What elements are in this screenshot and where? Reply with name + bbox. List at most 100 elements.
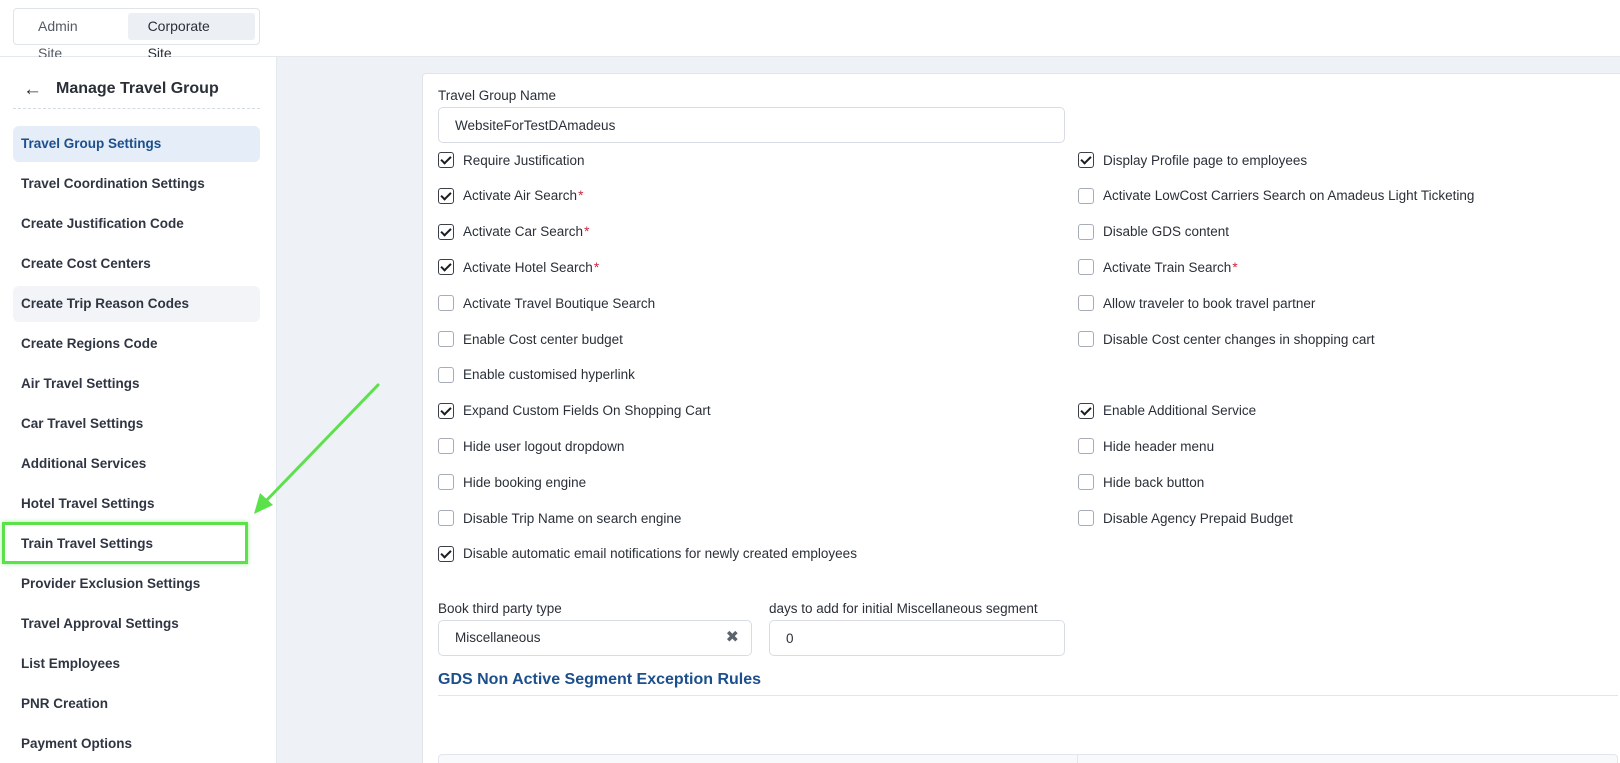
checkbox-row-disable-gds-content[interactable]: Disable GDS content [1078, 223, 1230, 240]
checkbox-row-allow-traveler-to-book-travel-partner[interactable]: Allow traveler to book travel partner [1078, 295, 1315, 312]
checkbox-label: Allow traveler to book travel partner [1103, 296, 1315, 311]
unchecked-checkbox-icon[interactable] [1078, 187, 1094, 204]
unchecked-checkbox-icon[interactable] [1078, 510, 1094, 526]
sidebar-title: Manage Travel Group [56, 80, 219, 97]
checkbox-label-text: Disable Agency Prepaid Budget [1103, 510, 1293, 526]
sidebar-item-list-employees[interactable]: List Employees [13, 646, 260, 682]
sidebar-item-travel-approval-settings[interactable]: Travel Approval Settings [13, 606, 260, 642]
checkbox-label-text: Enable Cost center budget [463, 331, 623, 347]
checkbox-label: Expand Custom Fields On Shopping Cart [463, 403, 711, 418]
checkbox-label: Activate LowCost Carriers Search on Amad… [1103, 188, 1474, 203]
checkbox-row-activate-travel-boutique-search[interactable]: Activate Travel Boutique Search [438, 295, 656, 312]
required-asterisk: * [584, 224, 590, 240]
sidebar-item-additional-services[interactable]: Additional Services [13, 446, 260, 482]
sidebar-nav: Travel Group Settings Travel Coordination… [13, 126, 260, 763]
unchecked-checkbox-icon[interactable] [438, 474, 454, 491]
checked-checkbox-icon[interactable] [438, 545, 454, 562]
checkbox-row-activate-car-search[interactable]: Activate Car Search* [438, 223, 590, 240]
checkbox-label-text: Enable customised hyperlink [463, 367, 635, 383]
sidebar-item-provider-exclusion-settings[interactable]: Provider Exclusion Settings [13, 566, 260, 602]
sidebar-item-air-travel-settings[interactable]: Air Travel Settings [13, 366, 260, 402]
required-asterisk: * [578, 188, 584, 204]
clear-selection-icon[interactable]: ✖ [726, 621, 739, 655]
unchecked-checkbox-icon[interactable] [438, 438, 454, 455]
checkbox-label-text: Disable GDS content [1103, 224, 1230, 240]
sidebar-item-payment-options[interactable]: Payment Options [13, 726, 260, 762]
unchecked-checkbox-icon[interactable] [1078, 259, 1094, 276]
days-to-add-input[interactable] [769, 620, 1065, 656]
sidebar-item-train-travel-settings[interactable]: Train Travel Settings [13, 526, 260, 562]
unchecked-checkbox-icon[interactable] [1078, 438, 1094, 455]
checkbox-label-text: Activate Travel Boutique Search [463, 295, 656, 311]
checkbox-label: Require Justification [463, 153, 585, 168]
sidebar-item-travel-coordination-settings[interactable]: Travel Coordination Settings [13, 166, 260, 202]
checkbox-label-text: Disable Trip Name on search engine [463, 510, 682, 526]
unchecked-checkbox-icon[interactable] [438, 366, 454, 383]
third-party-type-value: Miscellaneous [455, 630, 541, 645]
checkbox-label-text: Enable Additional Service [1103, 403, 1257, 419]
checked-checkbox-icon[interactable] [1078, 152, 1094, 168]
checkbox-row-enable-additional-service[interactable]: Enable Additional Service [1078, 402, 1257, 419]
checked-checkbox-icon[interactable] [438, 402, 454, 419]
checkbox-label: Activate Train Search* [1103, 260, 1238, 275]
checkbox-row-disable-automatic-email-notifications-for-newly-created-employees[interactable]: Disable automatic email notifications fo… [438, 545, 857, 562]
sidebar-item-hotel-travel-settings[interactable]: Hotel Travel Settings [13, 486, 260, 522]
checkbox-label-text: Hide booking engine [463, 474, 587, 490]
checkbox-row-enable-cost-center-budget[interactable]: Enable Cost center budget [438, 331, 623, 347]
checkbox-label-text: Activate Train Search [1103, 259, 1232, 275]
group-name-input[interactable] [438, 107, 1065, 143]
checkbox-row-activate-air-search[interactable]: Activate Air Search* [438, 187, 583, 204]
third-party-type-label: Book third party type [438, 601, 562, 616]
checked-checkbox-icon[interactable] [1078, 402, 1094, 419]
checkbox-row-disable-agency-prepaid-budget[interactable]: Disable Agency Prepaid Budget [1078, 510, 1293, 526]
gds-exception-rules-title: GDS Non Active Segment Exception Rules [438, 671, 762, 688]
corporate-site-tab[interactable]: Corporate Site [127, 13, 255, 61]
checkbox-row-activate-lowcost-carriers-search-on-amadeus-light-ticketing[interactable]: Activate LowCost Carriers Search on Amad… [1078, 187, 1474, 204]
checkbox-label-text: Activate Car Search [463, 224, 584, 240]
checkbox-label: Display Profile page to employees [1103, 153, 1307, 168]
unchecked-checkbox-icon[interactable] [438, 295, 454, 312]
checkbox-label: Hide back button [1103, 475, 1204, 490]
checkbox-label-text: Disable automatic email notifications fo… [463, 546, 857, 562]
unchecked-checkbox-icon[interactable] [1078, 295, 1094, 312]
sidebar-item-create-cost-centers[interactable]: Create Cost Centers [13, 246, 260, 282]
sidebar-item-create-justification-code[interactable]: Create Justification Code [13, 206, 260, 242]
checkbox-row-hide-booking-engine[interactable]: Hide booking engine [438, 474, 586, 491]
checkbox-label: Activate Air Search* [463, 188, 583, 203]
sidebar-item-create-regions-code[interactable]: Create Regions Code [13, 326, 260, 362]
unchecked-checkbox-icon[interactable] [1078, 223, 1094, 240]
section-divider [438, 695, 1618, 696]
back-arrow-icon[interactable]: ← [23, 80, 42, 99]
checkbox-row-hide-header-menu[interactable]: Hide header menu [1078, 438, 1214, 455]
checkbox-row-enable-customised-hyperlink[interactable]: Enable customised hyperlink [438, 366, 635, 383]
checked-checkbox-icon[interactable] [438, 259, 454, 276]
admin-site-tab[interactable]: Admin Site [18, 13, 124, 61]
checkbox-row-require-justification[interactable]: Require Justification [438, 152, 585, 168]
checkbox-row-display-profile-page-to-employees[interactable]: Display Profile page to employees [1078, 152, 1307, 168]
unchecked-checkbox-icon[interactable] [438, 331, 454, 347]
checkbox-row-activate-hotel-search[interactable]: Activate Hotel Search* [438, 259, 599, 276]
checkbox-label: Hide user logout dropdown [463, 439, 624, 454]
checkbox-row-disable-cost-center-changes-in-shopping-cart[interactable]: Disable Cost center changes in shopping … [1078, 331, 1375, 347]
checked-checkbox-icon[interactable] [438, 187, 454, 204]
checkbox-label: Hide booking engine [463, 475, 586, 490]
sidebar-item-pnr-creation[interactable]: PNR Creation [13, 686, 260, 722]
unchecked-checkbox-icon[interactable] [438, 510, 454, 526]
unchecked-checkbox-icon[interactable] [1078, 331, 1094, 347]
third-party-type-select[interactable]: Miscellaneous ✖ [438, 620, 752, 656]
checkbox-label-text: Expand Custom Fields On Shopping Cart [463, 403, 711, 419]
sidebar: ← Manage Travel Group Travel Group Setti… [0, 57, 277, 763]
checkbox-label-text: Hide back button [1103, 474, 1205, 490]
checked-checkbox-icon[interactable] [438, 152, 454, 168]
sidebar-item-car-travel-settings[interactable]: Car Travel Settings [13, 406, 260, 442]
checkbox-row-activate-train-search[interactable]: Activate Train Search* [1078, 259, 1238, 276]
checkbox-row-hide-back-button[interactable]: Hide back button [1078, 474, 1204, 491]
unchecked-checkbox-icon[interactable] [1078, 474, 1094, 491]
checkbox-row-hide-user-logout-dropdown[interactable]: Hide user logout dropdown [438, 438, 624, 455]
required-asterisk: * [1232, 259, 1238, 275]
checkbox-row-expand-custom-fields-on-shopping-cart[interactable]: Expand Custom Fields On Shopping Cart [438, 402, 711, 419]
sidebar-item-create-trip-reason-codes[interactable]: Create Trip Reason Codes [13, 286, 260, 322]
sidebar-item-travel-group-settings[interactable]: Travel Group Settings [13, 126, 260, 162]
checkbox-row-disable-trip-name-on-search-engine[interactable]: Disable Trip Name on search engine [438, 510, 681, 526]
checked-checkbox-icon[interactable] [438, 223, 454, 240]
